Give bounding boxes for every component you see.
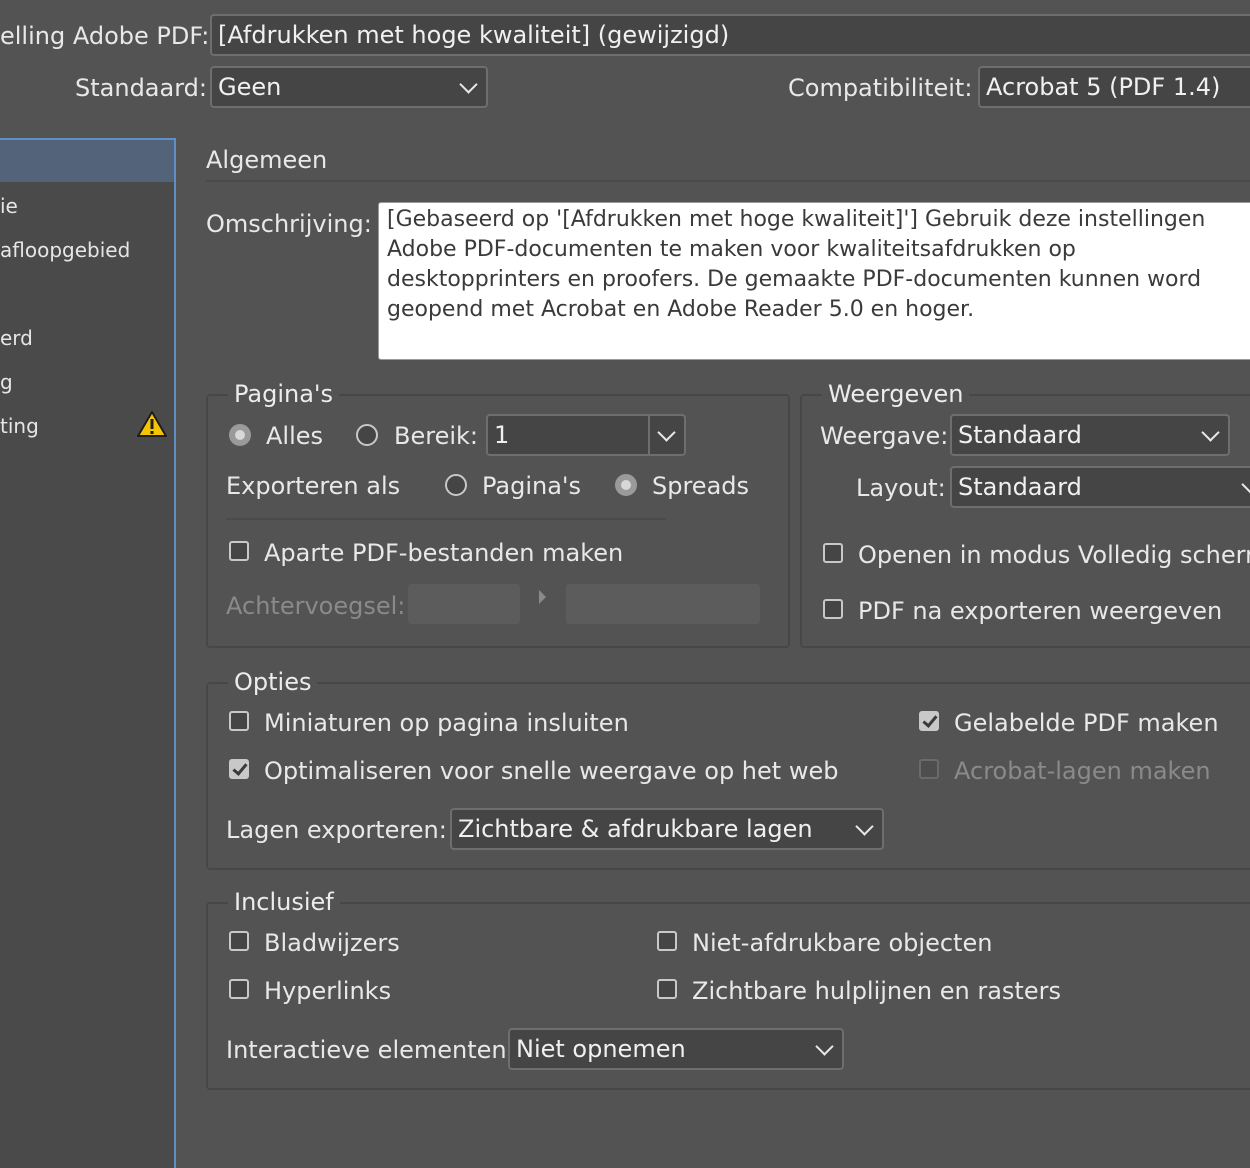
all-pages-radio[interactable] [229,424,251,446]
acrobat-layers-label: Acrobat-lagen maken [954,757,1211,785]
fullscreen-label: Openen in modus Volledig scherm [858,541,1250,569]
nonprint-checkbox[interactable] [657,931,677,951]
range-separator [648,416,650,454]
view-value: Standaard [958,421,1082,449]
nonprint-label: Niet-afdrukbare objecten [692,929,993,957]
range-input[interactable]: 1 [486,414,686,456]
layout-label: Layout: [856,474,946,502]
sidebar-item-bleed[interactable]: afloopgebied [0,238,130,262]
compat-label: Compatibiliteit: [788,74,973,102]
hyperlinks-label: Hyperlinks [264,977,392,1005]
acrobat-layers-checkbox [919,759,939,779]
interactive-label: Interactieve elementen: [226,1036,515,1064]
interactive-select[interactable]: Niet opnemen [508,1028,844,1070]
chevron-down-icon [459,75,478,94]
description-label: Omschrijving: [206,210,372,238]
pages-radio[interactable] [445,474,467,496]
thumbnails-label: Miniaturen op pagina insluiten [264,709,629,737]
optimize-label: Optimaliseren voor snelle weergave op he… [264,757,839,785]
all-pages-label: Alles [266,422,324,450]
guides-label: Zichtbare hulplijnen en rasters [692,977,1061,1005]
export-layers-select[interactable]: Zichtbare & afdrukbare lagen [450,808,884,850]
bookmarks-label: Bladwijzers [264,929,400,957]
standard-select[interactable]: Geen [210,66,488,108]
bookmarks-checkbox[interactable] [229,931,249,951]
view-after-export-label: PDF na exporteren weergeven [858,597,1223,625]
chevron-down-icon [815,1037,834,1056]
sidebar: ie afloopgebied erd g ting [0,138,176,1168]
suffix-field [408,584,520,624]
options-group-title: Opties [228,668,318,696]
section-title: Algemeen [206,146,328,174]
spreads-radio[interactable] [615,474,637,496]
fullscreen-checkbox[interactable] [823,543,843,563]
suffix-label: Achtervoegsel: [226,592,406,620]
view-label: Weergave: [820,422,949,450]
range-label: Bereik: [394,422,478,450]
divider [206,180,1250,182]
interactive-value: Niet opnemen [516,1035,686,1063]
compat-select[interactable]: Acrobat 5 (PDF 1.4) [978,66,1250,108]
chevron-down-icon [1241,475,1250,494]
export-as-label: Exporteren als [226,472,401,500]
spreads-option-label: Spreads [652,472,750,500]
view-group-title: Weergeven [822,380,970,408]
tagged-pdf-checkbox[interactable] [919,711,939,731]
preset-field[interactable]: [Afdrukken met hoge kwaliteit] (gewijzig… [210,14,1250,56]
pages-group-title: Pagina's [228,380,340,408]
guides-checkbox[interactable] [657,979,677,999]
view-select[interactable]: Standaard [950,414,1230,456]
chevron-down-icon [657,423,676,442]
chevron-down-icon [1201,423,1220,442]
layout-select[interactable]: Standaard [950,466,1250,508]
arrow-right-icon [539,590,546,604]
description-textarea[interactable]: [Gebaseerd op '[Afdrukken met hoge kwali… [378,202,1250,360]
warning-icon [137,411,167,437]
suffix-menu [566,584,760,624]
standard-label: Standaard: [75,74,207,102]
sidebar-item-1[interactable]: ie [0,194,18,218]
sidebar-item-4[interactable]: g [0,370,13,394]
range-radio[interactable] [356,424,378,446]
separate-pdf-label: Aparte PDF-bestanden maken [264,539,624,567]
chevron-down-icon [855,817,874,836]
thumbnails-checkbox[interactable] [229,711,249,731]
export-layers-value: Zichtbare & afdrukbare lagen [458,815,813,843]
optimize-checkbox[interactable] [229,759,249,779]
standard-select-value: Geen [218,73,282,101]
view-after-export-checkbox[interactable] [823,599,843,619]
preset-label: elling Adobe PDF: [0,22,210,50]
sidebar-item-3[interactable]: erd [0,326,33,350]
hyperlinks-checkbox[interactable] [229,979,249,999]
layout-value: Standaard [958,473,1082,501]
sidebar-item-general[interactable] [0,140,174,182]
separate-pdf-checkbox[interactable] [229,541,249,561]
range-value: 1 [494,421,510,449]
pages-divider [226,518,666,520]
sidebar-item-5[interactable]: ting [0,414,39,438]
tagged-pdf-label: Gelabelde PDF maken [954,709,1219,737]
include-group-title: Inclusief [228,888,340,916]
pages-option-label: Pagina's [482,472,582,500]
export-layers-label: Lagen exporteren: [226,816,447,844]
